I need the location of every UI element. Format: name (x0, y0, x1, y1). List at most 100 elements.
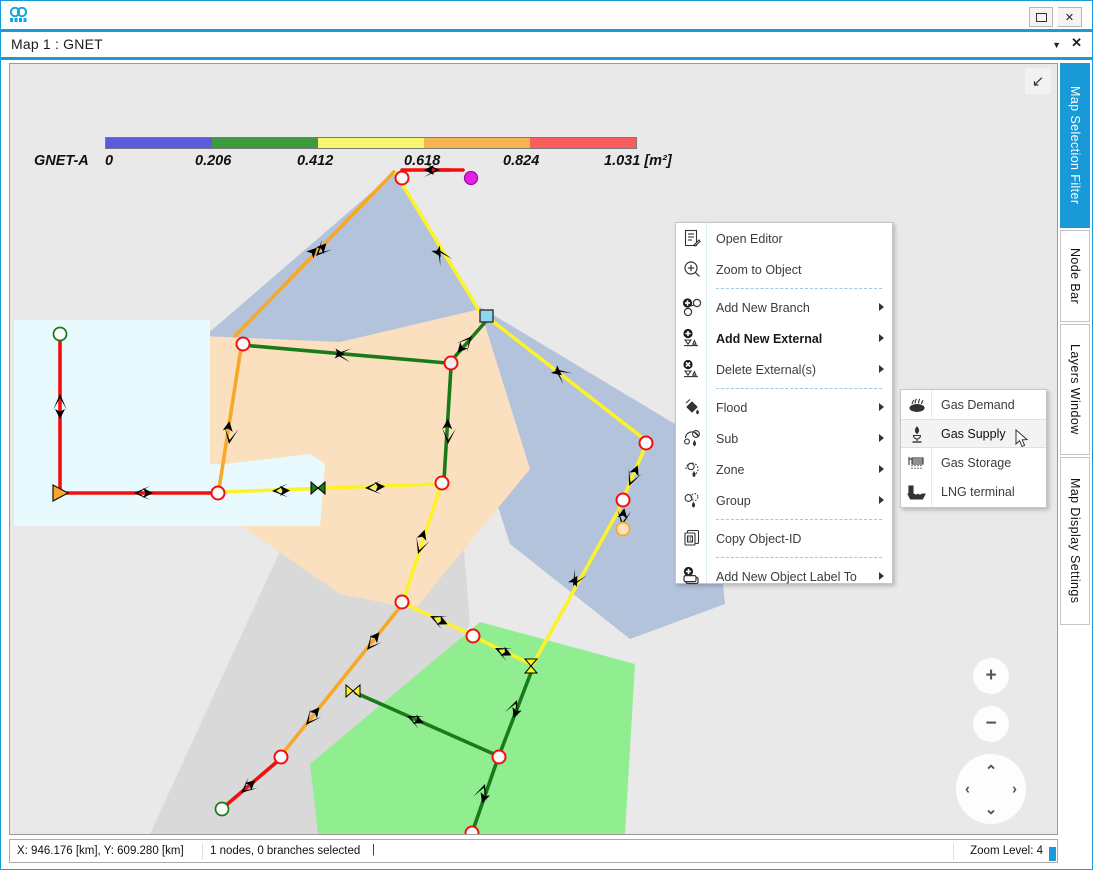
menu-item-zone[interactable]: Zone (676, 454, 892, 485)
node-junction (235, 336, 251, 352)
node-junction (638, 435, 654, 451)
node-junction (615, 492, 631, 508)
colorbar-segment-blue (106, 138, 212, 148)
submenu-item-lng-terminal[interactable]: LNG terminal (901, 477, 1046, 506)
menu-item-copy-object-id[interactable]: ID Copy Object-ID (676, 523, 892, 554)
chevron-down-icon[interactable]: ▼ (1052, 40, 1061, 50)
legend-tick-4: 0.824 (503, 153, 540, 169)
submenu-item-label: Gas Supply (941, 426, 1006, 441)
close-icon: ✕ (1064, 11, 1075, 24)
menu-item-label: Add New Object Label To (716, 569, 857, 584)
menu-item-zoom-to-object[interactable]: Zoom to Object (676, 254, 892, 285)
legend-tick-5: 1.031 [m²] (604, 153, 672, 169)
zone-icon (681, 458, 703, 480)
pan-up-icon[interactable]: ⌃ (985, 762, 998, 780)
gas-storage-icon (905, 451, 928, 474)
sidebar-item-map-selection-filter[interactable]: Map Selection Filter (1060, 63, 1090, 228)
node-junction (491, 749, 507, 765)
tab-close-icon[interactable]: ✕ (1071, 35, 1082, 51)
legend-tick-3: 0.618 (404, 153, 441, 169)
node-source (214, 801, 230, 817)
menu-item-add-new-branch[interactable]: Add New Branch (676, 292, 892, 323)
map-zoom-out-button[interactable]: − (973, 706, 1009, 742)
menu-item-flood[interactable]: Flood (676, 392, 892, 423)
sidebar-item-layers-window[interactable]: Layers Window (1060, 324, 1090, 455)
menu-item-label: Delete External(s) (716, 362, 817, 377)
delete-external-icon (681, 358, 703, 380)
sub-icon (681, 427, 703, 449)
submenu-arrow-icon (879, 434, 884, 442)
close-window-button[interactable]: ✕ (1058, 7, 1082, 27)
pan-right-icon[interactable]: › (1012, 781, 1017, 798)
node-junction (464, 825, 480, 834)
node-square-selected (479, 309, 494, 323)
status-bar: X: 946.176 [km], Y: 609.280 [km] 1 nodes… (9, 839, 1058, 863)
add-label-icon (681, 565, 703, 587)
menu-item-add-new-object-label-to[interactable]: Add New Object Label To (676, 561, 892, 592)
gas-demand-icon (905, 393, 928, 416)
node-junction (394, 170, 410, 186)
submenu-arrow-icon (879, 365, 884, 373)
pan-down-icon[interactable]: ⌄ (985, 800, 998, 818)
content-area: GNET-A 0 0.206 0.412 0.618 0.824 1.031 [… (1, 63, 1092, 869)
sidebar-item-node-bar[interactable]: Node Bar (1060, 230, 1090, 322)
app-logo-icon (9, 6, 29, 25)
menu-item-label: Zone (716, 462, 745, 477)
title-bar: ✕ (1, 1, 1092, 32)
status-selection-count: 1 nodes, 0 branches selected (210, 845, 361, 857)
submenu-arrow-icon (879, 465, 884, 473)
zoom-object-icon (681, 258, 703, 280)
svg-text:ID: ID (688, 537, 693, 543)
group-icon (681, 489, 703, 511)
menu-item-label: Add New Branch (716, 300, 810, 315)
pan-left-icon[interactable]: ‹ (965, 781, 970, 798)
node-junction (443, 355, 459, 371)
menu-item-delete-externals[interactable]: Delete External(s) (676, 354, 892, 385)
submenu-arrow-icon (879, 334, 884, 342)
submenu-arrow-icon (879, 303, 884, 311)
submenu-item-label: Gas Demand (941, 397, 1015, 412)
zone-orange (202, 309, 530, 609)
collapse-panel-icon[interactable]: ↙ (1025, 68, 1051, 94)
node-junction (394, 594, 410, 610)
application-window: ✕ Map 1 : GNET ▼ ✕ GNET-A 0 0.206 0.412 … (0, 0, 1093, 870)
tab-map1-gnet[interactable]: Map 1 : GNET (11, 36, 103, 52)
menu-item-group[interactable]: Group (676, 485, 892, 516)
colorbar-segment-red (530, 138, 636, 148)
menu-item-open-editor[interactable]: Open Editor (676, 223, 892, 254)
menu-item-add-new-external[interactable]: Add New External (676, 323, 892, 354)
node-gas-supply-external (463, 170, 479, 186)
node-junction (434, 475, 450, 491)
node-junction (210, 485, 226, 501)
editor-icon (681, 227, 703, 249)
colorbar-segment-orange (424, 138, 530, 148)
menu-separator (716, 519, 882, 520)
right-tool-tabs: Map Selection Filter Node Bar Layers Win… (1060, 63, 1090, 835)
submenu-item-label: Gas Storage (941, 455, 1012, 470)
legend-tick-1: 0.206 (195, 153, 232, 169)
submenu-item-gas-supply[interactable]: Gas Supply (901, 419, 1046, 448)
menu-separator (716, 288, 882, 289)
sidebar-item-map-display-settings[interactable]: Map Display Settings (1060, 457, 1090, 625)
node-junction (465, 628, 481, 644)
restore-window-button[interactable] (1029, 7, 1053, 27)
submenu-item-gas-storage[interactable]: Gas Storage (901, 448, 1046, 477)
colorbar-segment-green (212, 138, 318, 148)
submenu-item-label: LNG terminal (941, 484, 1015, 499)
submenu-arrow-icon (879, 403, 884, 411)
colorbar-segment-yellow (318, 138, 424, 148)
flood-icon (681, 396, 703, 418)
submenu-item-gas-demand[interactable]: Gas Demand (901, 390, 1046, 419)
context-menu[interactable]: Open Editor Zoom to Object Add New Branc… (675, 222, 893, 585)
submenu-arrow-icon (879, 496, 884, 504)
map-zoom-in-button[interactable]: + (973, 658, 1009, 694)
menu-item-label: Add New External (716, 331, 823, 346)
value-colorbar (105, 137, 637, 149)
add-external-submenu[interactable]: Gas Demand Gas Supply Gas Storage LNG te… (900, 389, 1047, 508)
menu-item-label: Copy Object-ID (716, 531, 802, 546)
menu-item-sub[interactable]: Sub (676, 423, 892, 454)
lng-terminal-icon (905, 480, 928, 503)
resize-grip[interactable] (1049, 847, 1056, 861)
node-orange-marker (615, 521, 631, 537)
map-pan-control[interactable]: ⌃ ⌄ ‹ › (956, 754, 1026, 824)
